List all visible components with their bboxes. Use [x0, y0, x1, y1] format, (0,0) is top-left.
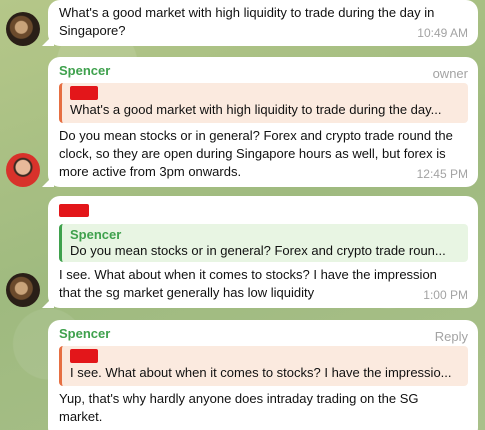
reply-button[interactable]: Reply	[435, 329, 468, 344]
quote-sender-redacted	[70, 349, 462, 365]
message-time: 1:00 PM	[423, 288, 468, 302]
spencer-avatar[interactable]	[6, 153, 40, 187]
owner-badge: owner	[432, 66, 468, 81]
sender-name-redacted	[59, 204, 89, 217]
message-time: 10:49 AM	[417, 26, 468, 40]
reply-quote[interactable]: Spencer Do you mean stocks or in general…	[59, 224, 468, 262]
reply-quote[interactable]: What's a good market with high liquidity…	[59, 83, 468, 123]
message-bubble[interactable]: What's a good market with high liquidity…	[42, 0, 478, 46]
reply-quote[interactable]: I see. What about when it comes to stock…	[59, 346, 468, 386]
sender-name[interactable]: Spencer	[59, 63, 468, 78]
user-avatar[interactable]	[6, 12, 40, 46]
message-text: Do you mean stocks or in general? Forex …	[59, 128, 453, 179]
quote-text: What's a good market with high liquidity…	[70, 102, 442, 117]
message-time: 12:45 PM	[416, 167, 468, 181]
message-bubble[interactable]: Spencer owner What's a good market with …	[42, 57, 478, 187]
quote-sender-redacted	[70, 86, 462, 102]
message-text: I see. What about when it comes to stock…	[59, 267, 437, 300]
quote-text: I see. What about when it comes to stock…	[70, 365, 452, 380]
quote-sender: Spencer	[70, 227, 122, 242]
message-text: Yup, that's why hardly anyone does intra…	[59, 391, 419, 424]
message-text: What's a good market with high liquidity…	[59, 5, 435, 38]
user-avatar[interactable]	[6, 273, 40, 307]
message-bubble[interactable]: Spencer Reply I see. What about when it …	[48, 320, 478, 430]
message-bubble[interactable]: Spencer Do you mean stocks or in general…	[42, 196, 478, 308]
quote-text: Do you mean stocks or in general? Forex …	[70, 243, 446, 258]
sender-name[interactable]: Spencer	[59, 326, 468, 341]
